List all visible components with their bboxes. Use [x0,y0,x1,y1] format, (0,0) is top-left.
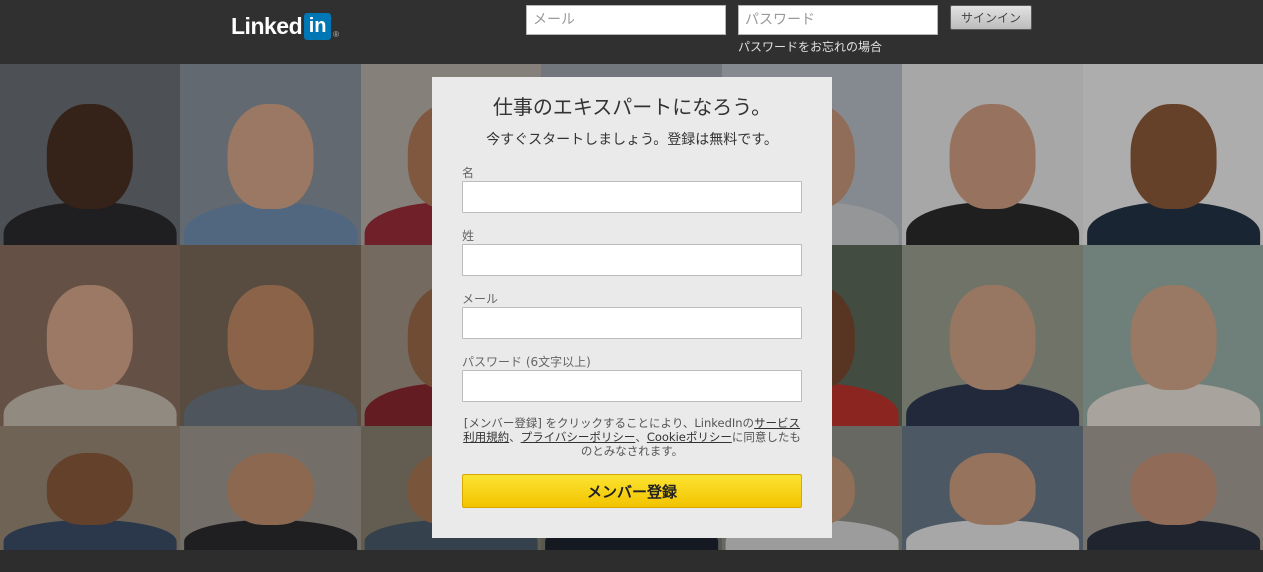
first-name-input[interactable] [462,181,802,213]
last-name-input[interactable] [462,244,802,276]
photo-dim-overlay [1083,426,1263,550]
background-portrait-photo [902,64,1083,245]
signup-subtitle: 今すぐスタートしましょう。登録は無料です。 [486,132,778,148]
linkedin-logo[interactable]: Linked in ® [231,13,339,40]
email-input[interactable] [462,307,802,339]
signup-title: 仕事のエキスパートになろう。 [492,95,772,119]
photo-dim-overlay [180,426,361,550]
logo-wordmark: Linked [231,13,303,39]
photo-dim-overlay [902,426,1083,550]
background-portrait-photo [1083,64,1263,245]
first-name-label: 名 [462,166,475,180]
header-password-input[interactable] [738,5,938,35]
last-name-label: 姓 [462,229,475,243]
registered-mark: ® [333,30,340,39]
background-portrait-photo [0,245,180,426]
signin-button[interactable]: サインイン [950,5,1032,30]
photo-dim-overlay [0,245,180,426]
background-portrait-photo [0,64,180,245]
background-portrait-photo [180,64,361,245]
terms-prefix: [メンバー登録] をクリックすることにより、LinkedInの [463,416,755,430]
footer-strip [0,550,1263,572]
photo-dim-overlay [1083,245,1263,426]
terms-separator: 、 [635,430,647,444]
forgot-password-link[interactable]: パスワードをお忘れの場合 [738,38,882,55]
password-label: パスワード (6文字以上) [462,355,591,369]
photo-dim-overlay [902,64,1083,245]
background-portrait-photo [180,245,361,426]
logo-in-badge: in [304,13,332,40]
terms-notice: [メンバー登録] をクリックすることにより、LinkedInのサービス利用規約、… [460,416,804,458]
photo-dim-overlay [1083,64,1263,245]
privacy-policy-link[interactable]: プライバシーポリシー [521,430,636,444]
photo-dim-overlay [180,245,361,426]
cookie-policy-link[interactable]: Cookieポリシー [647,430,732,444]
photo-dim-overlay [180,64,361,245]
top-header: Linked in ® サインイン パスワードをお忘れの場合 [0,0,1263,64]
background-portrait-photo [0,426,180,550]
password-input[interactable] [462,370,802,402]
photo-dim-overlay [0,426,180,550]
background-portrait-photo [902,245,1083,426]
background-portrait-photo [902,426,1083,550]
terms-separator: 、 [509,430,521,444]
email-label: メール [462,292,499,306]
signup-card: 仕事のエキスパートになろう。 今すぐスタートしましょう。登録は無料です。 名 姓… [432,77,832,538]
photo-dim-overlay [902,245,1083,426]
header-email-input[interactable] [526,5,726,35]
join-now-button[interactable]: メンバー登録 [462,474,802,508]
photo-dim-overlay [0,64,180,245]
background-portrait-photo [1083,426,1263,550]
background-portrait-photo [180,426,361,550]
background-portrait-photo [1083,245,1263,426]
